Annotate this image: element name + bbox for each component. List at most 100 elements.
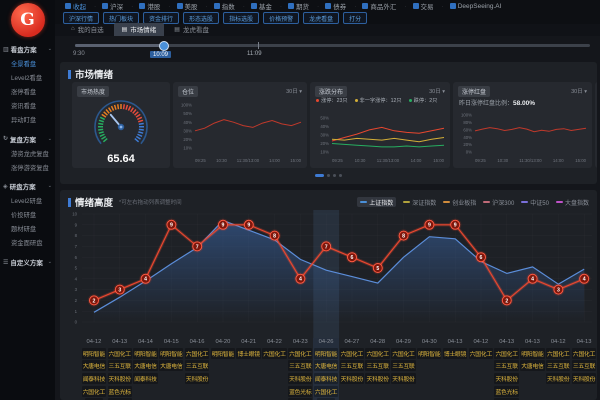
sidebar-item[interactable]: Level2看盘 (0, 70, 55, 84)
sidebar-item[interactable]: 涨停游资复盘 (0, 160, 55, 174)
stock-item[interactable]: 六国化工 (546, 348, 570, 359)
sidebar-item[interactable]: 资讯看盘 (0, 99, 55, 113)
quick-button-6[interactable]: 龙虎看盘 (303, 12, 339, 24)
sidebar-section-header[interactable]: ◈研盘方案⌄ (0, 179, 55, 193)
legend-item[interactable]: 沪深300 (483, 198, 514, 207)
stock-item[interactable]: 博士眼镜 (236, 348, 260, 359)
stock-item[interactable]: 天科股份 (572, 373, 596, 384)
stock-item[interactable]: 三五互联 (494, 360, 518, 371)
stock-item[interactable]: 六国化工 (340, 348, 364, 359)
menu-item-1[interactable]: 沪深 (90, 1, 127, 11)
stock-item[interactable]: 博士眼镜 (443, 348, 467, 359)
period-dropdown[interactable]: 30日 ▾ (286, 87, 302, 95)
carousel-dot[interactable] (339, 174, 342, 177)
menu-item-4[interactable]: 指数 (202, 1, 239, 11)
menu-item-3[interactable]: 美股 (164, 1, 201, 11)
legend-item[interactable]: 深证指数 (403, 198, 436, 207)
tab-0[interactable]: ⌂我的自选 (63, 23, 112, 37)
stock-item[interactable]: 三五互联 (572, 360, 596, 371)
stock-item[interactable]: 明阳智能 (314, 348, 338, 359)
sidebar-section-header[interactable]: ↻复盘方案⌄ (0, 132, 55, 146)
legend-item[interactable]: 创业板指 (443, 198, 476, 207)
stock-item[interactable]: 六国化工 (314, 386, 338, 397)
carousel-dot[interactable] (333, 174, 336, 177)
tab-2[interactable]: ▤龙虎看盘 (166, 23, 217, 37)
menu-item-5[interactable]: 基金 (239, 1, 276, 11)
menu-item-0[interactable]: 收起 (61, 1, 90, 11)
stock-item[interactable]: 三五互联 (288, 360, 312, 371)
stock-item[interactable]: 六国化工 (469, 348, 493, 359)
stock-item[interactable]: 大唐电信 (82, 360, 106, 371)
stock-item[interactable]: 大唐电信 (520, 360, 544, 371)
quick-button-5[interactable]: 价格预警 (263, 12, 299, 24)
stock-item[interactable]: 大唐电信 (159, 360, 183, 371)
stock-item[interactable]: 六国化工 (288, 348, 312, 359)
sidebar-item[interactable]: 价投研盘 (0, 208, 55, 222)
stock-item[interactable]: 闻泰科技 (133, 373, 157, 384)
stock-item[interactable]: 蓝色光标 (494, 386, 518, 397)
menu-item-8[interactable]: 商品外汇 (350, 1, 400, 11)
stock-item[interactable]: 天科股份 (365, 373, 389, 384)
stock-item[interactable]: 三五互联 (108, 360, 132, 371)
stock-item[interactable]: 天科股份 (288, 373, 312, 384)
stock-item[interactable]: 明阳智能 (211, 348, 235, 359)
sidebar-item[interactable]: 游资龙虎复盘 (0, 146, 55, 160)
quick-button-7[interactable]: 打分 (343, 12, 367, 24)
stock-item[interactable]: 天科股份 (546, 373, 570, 384)
stock-item[interactable]: 三五互联 (340, 360, 364, 371)
sidebar-section-header[interactable]: ☰自定义方案⌄ (0, 255, 55, 269)
stock-item[interactable]: 明阳智能 (82, 348, 106, 359)
tab-1[interactable]: ▤市场情绪 (114, 23, 165, 37)
stock-item[interactable]: 六国化工 (494, 348, 518, 359)
period-dropdown[interactable]: 30日 ▾ (571, 87, 587, 95)
stock-item[interactable]: 六国化工 (185, 348, 209, 359)
svg-text:4: 4 (299, 277, 302, 283)
sidebar-item[interactable]: 涨停看盘 (0, 84, 55, 98)
stock-item[interactable]: 明阳智能 (417, 348, 441, 359)
sidebar-section-header[interactable]: ▥看盘方案⌄ (0, 42, 55, 56)
sidebar-item[interactable]: 全景看盘 (0, 56, 55, 70)
menu-item-7[interactable]: 债券 (313, 1, 350, 11)
stock-item[interactable]: 六国化工 (365, 348, 389, 359)
stock-item[interactable]: 三五互联 (185, 360, 209, 371)
stock-item[interactable]: 大唐电信 (314, 360, 338, 371)
sidebar-item[interactable]: 资金面研盘 (0, 236, 55, 250)
app-logo[interactable]: G (11, 3, 45, 37)
stock-item[interactable]: 三五互联 (546, 360, 570, 371)
quick-button-4[interactable]: 指标选股 (223, 12, 259, 24)
stock-item[interactable]: 三五互联 (365, 360, 389, 371)
stock-item[interactable]: 六国化工 (82, 386, 106, 397)
menu-item-10[interactable]: DeepSeeing.AI (438, 3, 506, 10)
legend-item[interactable]: 上证指数 (357, 197, 396, 207)
legend-item[interactable]: 大盘指数 (556, 198, 589, 207)
stock-item[interactable]: 天科股份 (494, 373, 518, 384)
stock-item[interactable]: 闻泰科技 (82, 373, 106, 384)
stock-item[interactable]: 明阳智能 (159, 348, 183, 359)
carousel-dot[interactable] (327, 174, 330, 177)
stock-item[interactable]: 六国化工 (391, 348, 415, 359)
menu-item-9[interactable]: 交易 (400, 1, 437, 11)
stock-item[interactable]: 天科股份 (340, 373, 364, 384)
stock-item[interactable]: 六国化工 (572, 348, 596, 359)
stock-item[interactable]: 蓝色光标 (288, 386, 312, 397)
stock-item[interactable]: 天科股份 (185, 373, 209, 384)
menu-item-2[interactable]: 港股 (127, 1, 164, 11)
period-dropdown[interactable]: 30日 ▾ (429, 87, 445, 95)
sidebar-item[interactable]: 异动盯盘 (0, 113, 55, 127)
stock-item[interactable]: 大唐电信 (133, 360, 157, 371)
stock-item[interactable]: 明阳智能 (520, 348, 544, 359)
stock-item[interactable]: 三五互联 (391, 360, 415, 371)
stock-item[interactable]: 闻泰科技 (314, 373, 338, 384)
stock-item[interactable]: 天科股份 (108, 373, 132, 384)
sidebar-item[interactable]: 题材研盘 (0, 222, 55, 236)
sidebar-item[interactable]: Level2研盘 (0, 193, 55, 207)
stock-item[interactable]: 蓝色光标 (108, 386, 132, 397)
stock-item[interactable]: 明阳智能 (133, 348, 157, 359)
menu-item-6[interactable]: 期货 (276, 1, 313, 11)
carousel-dot[interactable] (315, 174, 324, 177)
slider-handle[interactable] (159, 41, 169, 51)
stock-item[interactable]: 天科股份 (391, 373, 415, 384)
stock-item[interactable]: 六国化工 (262, 348, 286, 359)
stock-item[interactable]: 六国化工 (108, 348, 132, 359)
legend-item[interactable]: 中证50 (521, 198, 549, 207)
